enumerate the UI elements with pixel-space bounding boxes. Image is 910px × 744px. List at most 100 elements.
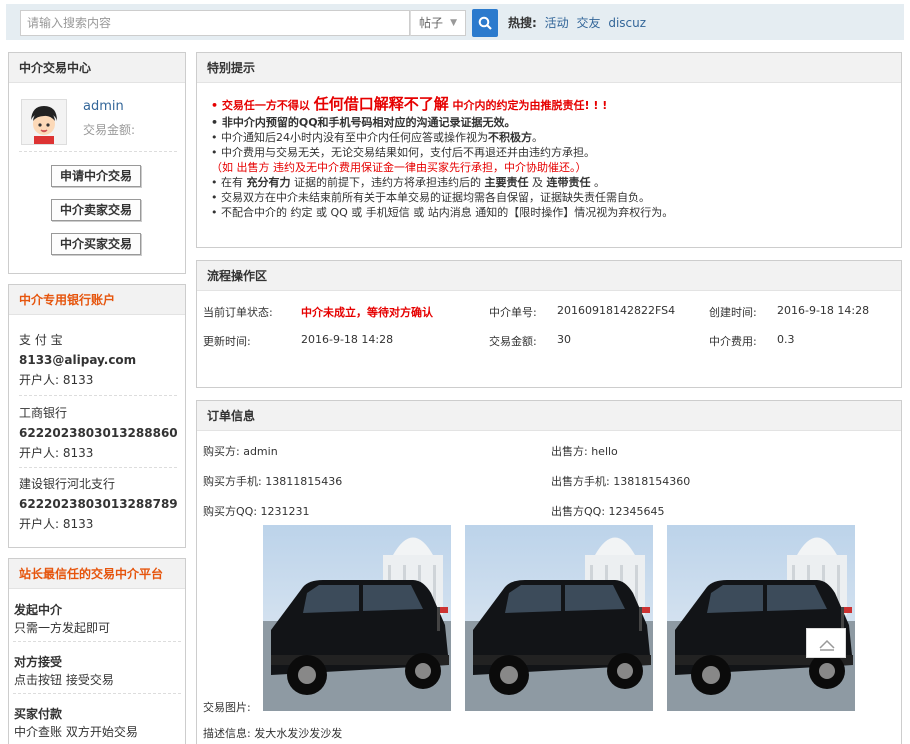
notice-emphasis: 任何借口解释不了解 — [313, 95, 449, 113]
notice-text: • 交易任一方不得以 — [211, 99, 314, 112]
notice-title: 特别提示 — [197, 53, 901, 83]
notice-panel: 特别提示 • 交易任一方不得以 任何借口解释不了解 中介内的约定为由推脱责任! … — [196, 52, 902, 248]
hot-search-link-3[interactable]: discuz — [608, 16, 646, 30]
trade-amount-label: 交易金额: — [83, 123, 136, 137]
notice-text: • 中介通知后24小时内没有至中介内任何应答或操作视为 — [211, 131, 488, 144]
hot-search-link-1[interactable]: 活动 — [545, 16, 569, 30]
bank-account-icbc: 工商银行 6222023803013288860 开户人: 8133 — [19, 403, 178, 463]
step-head: 对方接受 — [14, 655, 63, 669]
divider — [19, 151, 177, 152]
bank-number: 8133@alipay.com — [19, 353, 137, 367]
trade-center-title: 中介交易中心 — [9, 53, 185, 83]
notice-text: • 在有 — [211, 176, 247, 189]
seller-trade-button[interactable]: 中介卖家交易 — [51, 199, 141, 221]
notice-emphasis: 不积极方 — [487, 131, 532, 144]
flow-panel: 流程操作区 当前订单状态: 中介未成立，等待对方确认 中介单号: 2016091… — [196, 260, 902, 388]
amount-value: 30 — [557, 333, 571, 346]
flow-title: 流程操作区 — [197, 261, 901, 291]
bank-number: 6222023803013288789 — [19, 497, 178, 511]
platform-panel: 站长最信任的交易中介平台 发起中介 只需一方发起即可 对方接受 点击按钮 接受交… — [8, 558, 186, 744]
buyer-trade-button[interactable]: 中介买家交易 — [51, 233, 141, 255]
notice-text: 中介内的约定为由推脱责任! ! ! — [448, 99, 608, 112]
status-value: 中介未成立，等待对方确认 — [301, 306, 433, 319]
bank-holder: 开户人: 8133 — [19, 373, 94, 387]
buyer: 购买方: admin — [203, 445, 278, 458]
updated-value: 2016-9-18 14:28 — [301, 333, 394, 346]
bank-account-ccb: 建设银行河北支行 6222023803013288789 开户人: 8133 — [19, 474, 178, 534]
car-image — [667, 525, 855, 711]
car-image — [465, 525, 653, 711]
trade-center-panel: 中介交易中心 admin 交易金额: 申请中介交易 中介卖家交易 中介买家交易 — [8, 52, 186, 274]
created-label: 创建时间: — [709, 306, 757, 319]
search-type-select[interactable]: 帖子 ▼ — [410, 10, 466, 36]
buyer-phone: 购买方手机: 13811815436 — [203, 475, 343, 488]
amount-label: 交易金额: — [489, 335, 537, 348]
notice-text: • 交易双方在中介未结束前所有关于本单交易的证据均需各自保留，证据缺失责任需自负… — [211, 191, 650, 204]
step-desc: 中介查账 双方开始交易 — [14, 725, 138, 739]
trade-image-1[interactable] — [263, 525, 451, 711]
platform-title: 站长最信任的交易中介平台 — [9, 559, 185, 589]
step-desc: 只需一方发起即可 — [14, 621, 111, 635]
platform-step-2: 对方接受 点击按钮 接受交易 — [14, 653, 114, 689]
trade-image-3[interactable] — [667, 525, 855, 711]
avatar-icon — [22, 100, 66, 144]
status-label: 当前订单状态: — [203, 306, 273, 319]
hot-search-link-2[interactable]: 交友 — [576, 16, 600, 30]
notice-emphasis: 连带责任 — [546, 176, 591, 189]
platform-step-3: 买家付款 中介查账 双方开始交易 — [14, 705, 138, 741]
divider — [19, 395, 177, 396]
notice-text: 。 — [590, 176, 605, 189]
chevron-down-icon: ▼ — [450, 18, 457, 28]
search-type-label: 帖子 — [419, 16, 444, 30]
order-panel: 订单信息 购买方: admin 出售方: hello 购买方手机: 138118… — [196, 400, 902, 744]
username-link[interactable]: admin — [83, 99, 124, 114]
arrow-up-icon — [819, 639, 835, 651]
notice-emphasis: 主要责任 — [484, 176, 529, 189]
divider — [19, 467, 177, 468]
notice-text: 。 — [531, 131, 543, 144]
search-bar: 帖子 ▼ 热搜: 活动 交友 discuz — [6, 4, 904, 40]
notice-emphasis: 充分有力 — [246, 176, 291, 189]
notice-text: • 非中介内预留的QQ和手机号码相对应的沟通记录证据无效。 — [211, 116, 516, 129]
fee-value: 0.3 — [777, 333, 795, 346]
notice-content: • 交易任一方不得以 任何借口解释不了解 中介内的约定为由推脱责任! ! ! •… — [211, 97, 673, 220]
bank-name: 工商银行 — [19, 406, 68, 420]
trade-image-2[interactable] — [465, 525, 653, 711]
apply-trade-button[interactable]: 申请中介交易 — [51, 165, 141, 187]
platform-step-1: 发起中介 只需一方发起即可 — [14, 601, 110, 637]
car-image — [263, 525, 451, 711]
search-button[interactable] — [472, 9, 498, 37]
bank-accounts-panel: 中介专用银行账户 支 付 宝 8133@alipay.com 开户人: 8133… — [8, 284, 186, 548]
bank-holder: 开户人: 8133 — [19, 446, 94, 460]
step-head: 买家付款 — [14, 707, 63, 721]
seller-qq: 出售方QQ: 12345645 — [551, 505, 665, 518]
order-title: 订单信息 — [197, 401, 901, 431]
seller-phone: 出售方手机: 13818154360 — [551, 475, 691, 488]
notice-text: 及 — [528, 176, 547, 189]
notice-text: • 不配合中介的 约定 或 QQ 或 手机短信 或 站内消息 通知的【限时操作】… — [211, 206, 674, 219]
notice-text: 证据的前提下，违约方将承担违约后的 — [290, 176, 485, 189]
step-head: 发起中介 — [14, 603, 63, 617]
avatar[interactable] — [21, 99, 67, 145]
image-label: 交易图片: — [203, 701, 251, 714]
created-value: 2016-9-18 14:28 — [777, 304, 870, 317]
divider — [13, 641, 181, 642]
step-desc: 点击按钮 接受交易 — [14, 673, 114, 687]
order-no-value: 20160918142822FS4 — [557, 304, 676, 317]
bank-account-alipay: 支 付 宝 8133@alipay.com 开户人: 8133 — [19, 330, 136, 390]
bank-number: 6222023803013288860 — [19, 426, 178, 440]
updated-label: 更新时间: — [203, 335, 251, 348]
search-icon — [478, 16, 492, 30]
order-no-label: 中介单号: — [489, 306, 537, 319]
back-to-top-button[interactable] — [806, 628, 846, 658]
buyer-qq: 购买方QQ: 1231231 — [203, 505, 310, 518]
divider — [13, 693, 181, 694]
hot-search: 热搜: 活动 交友 discuz — [508, 14, 646, 31]
fee-label: 中介费用: — [709, 335, 757, 348]
bank-name: 支 付 宝 — [19, 333, 63, 347]
notice-text: （如 出售方 违约及无中介费用保证金一律由买家先行承担，中介协助催还。） — [211, 161, 587, 174]
search-input[interactable] — [20, 10, 410, 36]
notice-text: • 中介费用与交易无关，无论交易结果如何，支付后不再退还并由违约方承担。 — [211, 146, 595, 159]
seller: 出售方: hello — [551, 445, 618, 458]
bank-name: 建设银行河北支行 — [19, 477, 116, 491]
